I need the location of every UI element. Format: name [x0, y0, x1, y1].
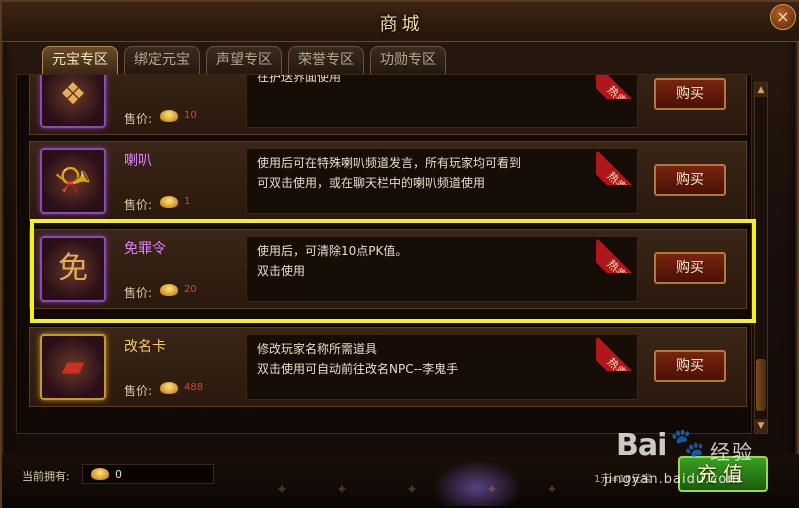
list-item-highlighted: 免 免罪令 售价: 20 使用后，可清除10点PK值。 双击使用 热卖 购买 [29, 229, 747, 309]
tab-honor[interactable]: 荣誉专区 [288, 46, 364, 74]
watermark-logo: Bai [616, 428, 667, 463]
item-description: 在护送界面使用 [246, 74, 638, 128]
description-line: 可双击使用，或在聊天栏中的喇叭频道使用 [257, 176, 486, 190]
hot-badge: 热卖 [596, 229, 640, 273]
scroll-up-arrow-icon[interactable]: ▲ [755, 83, 767, 97]
list-item: 📯 喇叭 售价: 1 使用后可在特殊喇叭频道发言，所有玩家均可看到 可双击使用，… [29, 141, 747, 221]
tab-bound-yuanbao[interactable]: 绑定元宝 [124, 46, 200, 74]
buy-button[interactable]: 购买 [654, 164, 726, 196]
ornament-icon: ✦ [276, 482, 288, 498]
balance-label: 当前拥有: [22, 470, 70, 483]
ornament-icon: ✦ [406, 482, 418, 498]
hot-label: 热卖 [596, 337, 640, 371]
description-line: 双击使用可自动前往改名NPC--李鬼手 [257, 362, 459, 376]
horn-icon: 📯 [40, 148, 106, 214]
price-value: 10 [184, 110, 197, 121]
close-button[interactable]: × [770, 4, 796, 30]
ingot-icon [160, 382, 178, 394]
price-value: 1 [184, 196, 191, 207]
item-description: 使用后可在特殊喇叭频道发言，所有玩家均可看到 可双击使用，或在聊天栏中的喇叭频道… [246, 148, 638, 214]
window-title: 商城 [379, 14, 424, 35]
pardon-token-icon: 免 [40, 236, 106, 302]
item-name: 免罪令 [124, 241, 166, 257]
ornament-icon: ✦ [336, 482, 348, 498]
scroll-thumb[interactable] [756, 359, 766, 411]
hot-label: 热卖 [596, 239, 640, 273]
ingot-icon [91, 468, 109, 480]
watermark-url: jingyan.baidu.com [604, 472, 741, 487]
watermark-jingyan: 经验 [710, 440, 754, 464]
hot-badge: 热卖 [596, 327, 640, 371]
tab-yuanbao[interactable]: 元宝专区 [42, 46, 118, 74]
list-item: ❖ 售价: 10 在护送界面使用 热卖 购买 [29, 74, 747, 135]
description-line: 双击使用 [257, 264, 306, 278]
price-value: 488 [184, 382, 204, 393]
list-item: ▰ 改名卡 售价: 488 修改玩家名称所需道具 双击使用可自动前往改名NPC-… [29, 327, 747, 407]
scrollbar[interactable]: ▲ ▼ [754, 82, 768, 434]
dragon-seal-icon: ❖ [40, 75, 106, 128]
price-label: 售价: [124, 112, 153, 126]
description-line: 在护送界面使用 [257, 74, 342, 84]
hot-label: 热卖 [596, 151, 640, 185]
price-label: 售价: [124, 198, 153, 212]
title-bar: 商城 × [2, 2, 799, 42]
ornament-icon: ✦ [486, 482, 498, 498]
price-value: 20 [184, 284, 197, 295]
decorative-glow [432, 460, 522, 506]
ingot-icon [160, 284, 178, 296]
item-name: 改名卡 [124, 339, 166, 355]
paw-icon: 🐾 [670, 426, 705, 459]
price-label: 售价: [124, 286, 153, 300]
buy-button[interactable]: 购买 [654, 78, 726, 110]
item-name: 喇叭 [124, 153, 152, 169]
hot-badge: 热卖 [596, 75, 640, 99]
price-label: 售价: [124, 384, 153, 398]
ornament-icon: ✦ [546, 482, 558, 498]
item-list: ❖ 售价: 10 在护送界面使用 热卖 购买 📯 喇叭 售价: 1 使用后可在特… [16, 74, 752, 434]
balance-box: 0 [82, 464, 214, 484]
shop-window: 商城 × 元宝专区 绑定元宝 声望专区 荣誉专区 功勋专区 ❖ 售价: 10 在… [0, 0, 799, 508]
item-description: 修改玩家名称所需道具 双击使用可自动前往改名NPC--李鬼手 [246, 334, 638, 400]
hot-badge: 热卖 [596, 141, 640, 185]
ingot-icon [160, 110, 178, 122]
description-line: 修改玩家名称所需道具 [257, 342, 378, 356]
item-description: 使用后，可清除10点PK值。 双击使用 [246, 236, 638, 302]
description-line: 使用后，可清除10点PK值。 [257, 244, 408, 258]
description-line: 使用后可在特殊喇叭频道发言，所有玩家均可看到 [257, 156, 522, 170]
balance-value: 0 [115, 468, 122, 481]
hot-label: 热卖 [596, 75, 640, 99]
tab-merit[interactable]: 功勋专区 [370, 46, 446, 74]
ingot-icon [160, 196, 178, 208]
baidu-jingyan-watermark: Bai 🐾 经验 jingyan.baidu.com [600, 426, 799, 508]
rename-card-icon: ▰ [40, 334, 106, 400]
buy-button[interactable]: 购买 [654, 350, 726, 382]
tab-reputation[interactable]: 声望专区 [206, 46, 282, 74]
buy-button[interactable]: 购买 [654, 252, 726, 284]
